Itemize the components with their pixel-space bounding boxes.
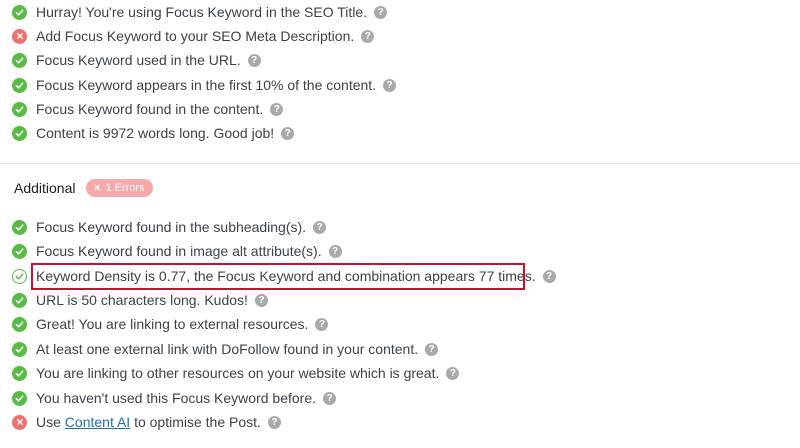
content-ai-link[interactable]: Content AI xyxy=(65,414,130,430)
check-text: URL is 50 characters long. Kudos!? xyxy=(36,292,268,308)
section-divider xyxy=(0,163,800,164)
check-text: Content is 9972 words long. Good job!? xyxy=(36,125,295,141)
check-text: Focus Keyword found in the subheading(s)… xyxy=(36,219,327,235)
error-count-badge[interactable]: × 1 Errors xyxy=(86,179,153,197)
help-icon[interactable]: ? xyxy=(542,269,556,283)
check-outline-icon xyxy=(12,268,27,284)
check-circle-icon xyxy=(12,52,27,68)
help-icon[interactable]: ? xyxy=(315,317,329,331)
check-circle-icon xyxy=(12,365,27,381)
help-icon[interactable]: ? xyxy=(383,78,397,92)
check-text: Use Content AI to optimise the Post.? xyxy=(36,414,281,430)
seo-analysis-panel: Hurray! You're using Focus Keyword in th… xyxy=(0,0,800,448)
help-icon[interactable]: ? xyxy=(254,293,268,307)
help-icon[interactable]: ? xyxy=(425,342,439,356)
check-circle-icon xyxy=(12,101,27,117)
help-icon[interactable]: ? xyxy=(267,415,281,429)
check-text: Great! You are linking to external resou… xyxy=(36,316,329,332)
help-icon[interactable]: ? xyxy=(328,244,342,258)
error-circle-icon xyxy=(12,28,27,44)
error-count-label: 1 Errors xyxy=(105,182,145,194)
check-circle-icon xyxy=(12,77,27,93)
error-circle-icon xyxy=(12,414,27,430)
help-icon[interactable]: ? xyxy=(281,126,295,140)
help-icon[interactable]: ? xyxy=(323,391,336,405)
help-icon[interactable]: ? xyxy=(361,29,375,43)
help-icon[interactable]: ? xyxy=(270,102,284,116)
check-circle-icon xyxy=(12,243,27,259)
check-circle-icon xyxy=(12,341,27,357)
check-circle-icon xyxy=(12,316,27,332)
check-text: You haven't used this Focus Keyword befo… xyxy=(36,390,336,406)
check-circle-icon xyxy=(12,125,27,141)
check-text: You are linking to other resources on yo… xyxy=(36,365,460,381)
help-icon[interactable]: ? xyxy=(247,53,261,67)
check-text: Hurray! You're using Focus Keyword in th… xyxy=(36,4,388,20)
check-text: At least one external link with DoFollow… xyxy=(36,341,439,357)
help-icon[interactable]: ? xyxy=(374,5,388,19)
check-circle-icon xyxy=(12,390,27,406)
close-icon: × xyxy=(94,182,101,194)
check-circle-icon xyxy=(12,219,27,235)
check-text: Add Focus Keyword to your SEO Meta Descr… xyxy=(36,28,375,44)
help-icon[interactable]: ? xyxy=(446,366,460,380)
check-circle-icon xyxy=(12,292,27,308)
check-text: Focus Keyword found in image alt attribu… xyxy=(36,243,342,259)
check-text: Focus Keyword appears in the first 10% o… xyxy=(36,77,397,93)
help-icon[interactable]: ? xyxy=(313,220,327,234)
check-text: Focus Keyword found in the content.? xyxy=(36,101,284,117)
highlight-box xyxy=(31,263,525,290)
check-circle-icon xyxy=(12,4,27,20)
check-text: Focus Keyword used in the URL.? xyxy=(36,52,261,68)
section-title-additional: Additional xyxy=(14,180,76,196)
